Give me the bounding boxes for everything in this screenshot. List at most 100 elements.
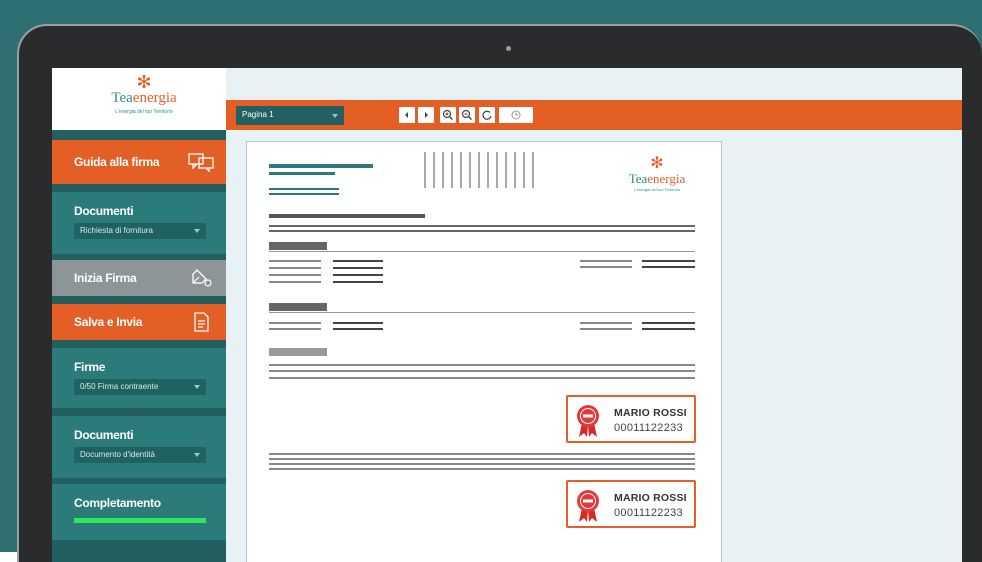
text-line bbox=[269, 230, 695, 232]
doc-heading-line bbox=[269, 172, 335, 175]
rotate-button[interactable] bbox=[479, 107, 495, 123]
start-sign-button[interactable]: Inizia Firma bbox=[52, 260, 226, 296]
doc-heading-line bbox=[269, 164, 373, 168]
rotate-icon bbox=[482, 110, 492, 120]
next-page-icon bbox=[425, 112, 428, 118]
signer-name: MARIO ROSSI bbox=[614, 407, 687, 419]
page-select[interactable]: Pagina 1 bbox=[236, 106, 344, 125]
text-line bbox=[269, 463, 695, 465]
documents2-title: Documenti bbox=[74, 428, 134, 442]
text-line bbox=[642, 266, 695, 268]
text-line bbox=[269, 274, 321, 276]
document-send-icon bbox=[194, 312, 209, 332]
section-label bbox=[269, 303, 327, 311]
signer-code: 00011122233 bbox=[614, 507, 683, 519]
history-button[interactable] bbox=[499, 107, 533, 123]
text-line bbox=[580, 328, 632, 330]
barcode-icon bbox=[424, 152, 534, 188]
text-line bbox=[642, 260, 695, 262]
divider bbox=[269, 312, 695, 313]
guide-button[interactable]: Guida alla firma bbox=[52, 140, 226, 184]
prev-page-button[interactable] bbox=[399, 107, 415, 123]
section-label bbox=[269, 348, 327, 356]
text-line bbox=[269, 468, 695, 470]
seal-rosette-icon bbox=[577, 490, 599, 522]
divider bbox=[269, 251, 695, 252]
signer-name: MARIO ROSSI bbox=[614, 492, 687, 504]
completion-title: Completamento bbox=[74, 496, 161, 510]
text-line bbox=[269, 370, 695, 372]
text-line bbox=[580, 260, 632, 262]
logo: ✻ Teaenergia L'energia del tuo Territori… bbox=[104, 73, 184, 127]
prev-page-icon bbox=[405, 112, 408, 118]
logo-tagline: L'energia del tuo Territorio bbox=[115, 109, 173, 115]
completion-panel: Completamento bbox=[52, 484, 226, 540]
zoom-out-icon bbox=[461, 109, 472, 120]
documents-panel: Documenti Richiesta di fornitura bbox=[52, 192, 226, 254]
documents-select[interactable]: Richiesta di fornitura bbox=[74, 223, 206, 239]
signatures-title: Firme bbox=[74, 360, 106, 374]
signature-stamp[interactable]: MARIO ROSSI 00011122233 bbox=[566, 395, 696, 443]
signature-stamp[interactable]: MARIO ROSSI 00011122233 bbox=[566, 480, 696, 528]
doc-logo: ✻ Teaenergia L'energia del tuo Territori… bbox=[617, 155, 697, 193]
section-label bbox=[269, 242, 327, 250]
next-page-button[interactable] bbox=[418, 107, 434, 123]
save-send-label: Salva e Invia bbox=[74, 315, 143, 329]
pen-sign-icon bbox=[192, 269, 212, 287]
text-line bbox=[642, 328, 695, 330]
history-icon bbox=[511, 110, 521, 120]
signatures-select-value: 0/50 Firma contraente bbox=[80, 382, 159, 391]
text-line bbox=[333, 281, 383, 283]
signatures-select[interactable]: 0/50 Firma contraente bbox=[74, 379, 206, 395]
page-select-value: Pagina 1 bbox=[242, 110, 274, 119]
text-line bbox=[269, 458, 695, 460]
text-line bbox=[269, 267, 321, 269]
save-send-button[interactable]: Salva e Invia bbox=[52, 304, 226, 340]
doc-heading-line bbox=[269, 193, 339, 195]
text-line bbox=[333, 322, 383, 324]
chevron-down-icon bbox=[194, 385, 200, 389]
logo-wordmark: Teaenergia bbox=[111, 90, 177, 106]
text-line bbox=[269, 281, 321, 283]
text-line bbox=[333, 260, 383, 262]
doc-heading-line bbox=[269, 188, 339, 190]
doc-logo-flower-icon: ✻ bbox=[650, 155, 664, 172]
text-line bbox=[269, 453, 695, 455]
logo-area: ✻ Teaenergia L'energia del tuo Territori… bbox=[52, 68, 226, 130]
chevron-down-icon bbox=[194, 229, 200, 233]
start-sign-label: Inizia Firma bbox=[74, 271, 137, 285]
seal-rosette-icon bbox=[577, 405, 599, 437]
text-line bbox=[269, 322, 321, 324]
chat-bubbles-icon bbox=[188, 153, 214, 172]
text-line bbox=[580, 266, 632, 268]
documents-title: Documenti bbox=[74, 204, 134, 218]
chevron-down-icon bbox=[194, 453, 200, 457]
app-screen: ✻ Teaenergia L'energia del tuo Territori… bbox=[52, 68, 962, 562]
text-line bbox=[269, 377, 695, 379]
text-line bbox=[269, 214, 425, 218]
chevron-down-icon bbox=[332, 114, 338, 118]
documents2-select[interactable]: Documento d'identità bbox=[74, 447, 206, 463]
zoom-in-button[interactable] bbox=[440, 107, 456, 123]
documents2-select-value: Documento d'identità bbox=[80, 450, 155, 459]
documents2-panel: Documenti Documento d'identità bbox=[52, 416, 226, 478]
text-line bbox=[333, 328, 383, 330]
zoom-out-button[interactable] bbox=[459, 107, 475, 123]
text-line bbox=[269, 364, 695, 366]
guide-label: Guida alla firma bbox=[74, 155, 160, 169]
doc-logo-tagline: L'energia del tuo Territorio bbox=[633, 187, 681, 192]
signer-code: 00011122233 bbox=[614, 422, 683, 434]
text-line bbox=[269, 260, 321, 262]
completion-progress-bar bbox=[74, 518, 206, 523]
signatures-panel: Firme 0/50 Firma contraente bbox=[52, 348, 226, 408]
text-line bbox=[269, 328, 321, 330]
text-line bbox=[642, 322, 695, 324]
logo-flower-icon: ✻ bbox=[136, 72, 152, 92]
text-line bbox=[269, 225, 695, 227]
doc-logo-wordmark: Teaenergia bbox=[628, 171, 686, 186]
zoom-in-icon bbox=[442, 109, 453, 120]
sidebar: ✻ Teaenergia L'energia del tuo Territori… bbox=[52, 68, 226, 562]
text-line bbox=[580, 322, 632, 324]
document-page: ✻ Teaenergia L'energia del tuo Territori… bbox=[246, 141, 722, 562]
viewer-toolbar: Pagina 1 bbox=[226, 100, 962, 130]
